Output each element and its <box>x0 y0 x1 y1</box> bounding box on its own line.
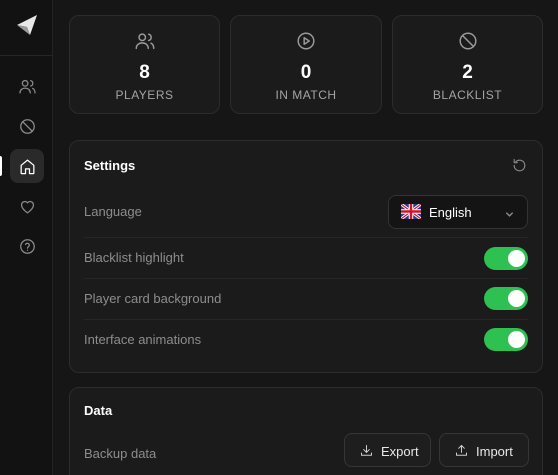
toggle-knob <box>508 331 525 348</box>
stat-label: PLAYERS <box>115 88 174 102</box>
interface-animations-toggle[interactable] <box>484 328 528 351</box>
data-title: Data <box>84 403 113 418</box>
sidebar-item-blacklist[interactable] <box>10 109 44 143</box>
toggle-label: Interface animations <box>84 332 202 347</box>
active-indicator <box>0 156 2 176</box>
stat-value: 2 <box>462 62 473 83</box>
app-logo <box>17 15 37 35</box>
stat-label: BLACKLIST <box>432 88 503 102</box>
toggle-label: Blacklist highlight <box>84 250 184 265</box>
language-value: English <box>429 205 472 220</box>
export-label: Export <box>381 444 419 459</box>
settings-title: Settings <box>84 158 136 173</box>
language-label: Language <box>84 204 142 219</box>
row-divider <box>84 319 528 320</box>
import-label: Import <box>476 444 513 459</box>
toggle-label: Player card background <box>84 291 222 306</box>
reset-icon[interactable] <box>511 157 528 174</box>
play-icon <box>295 30 317 52</box>
export-button[interactable]: Export <box>344 433 431 467</box>
users-icon <box>18 79 36 93</box>
stat-card-blacklist: 2 BLACKLIST <box>392 15 543 114</box>
home-icon <box>20 159 34 174</box>
upload-icon <box>456 445 467 456</box>
toggle-knob <box>508 290 525 307</box>
sidebar-item-help[interactable] <box>10 229 44 263</box>
player-card-background-toggle[interactable] <box>484 287 528 310</box>
download-icon <box>361 445 372 456</box>
sidebar-item-home[interactable] <box>10 149 44 183</box>
sidebar-divider <box>0 55 53 56</box>
settings-panel: Settings Language English Blacklist high… <box>69 140 543 373</box>
uk-flag-icon <box>401 204 421 219</box>
heart-icon <box>20 200 34 213</box>
language-select[interactable]: English <box>388 195 528 229</box>
stat-value: 8 <box>139 62 150 83</box>
backup-label: Backup data <box>84 446 157 461</box>
import-button[interactable]: Import <box>439 433 529 467</box>
chevron-down-icon <box>504 207 515 218</box>
stat-card-players: 8 PLAYERS <box>69 15 220 114</box>
help-icon <box>19 238 35 254</box>
blacklist-highlight-toggle[interactable] <box>484 247 528 270</box>
sidebar-item-players[interactable] <box>10 69 44 103</box>
data-panel: Data Backup data Export Import <box>69 387 543 475</box>
sidebar-item-favorites[interactable] <box>10 189 44 223</box>
stat-card-in-match: 0 IN MATCH <box>230 15 382 114</box>
ban-icon <box>457 30 479 52</box>
stat-label: IN MATCH <box>275 88 337 102</box>
ban-icon <box>19 118 35 134</box>
row-divider <box>84 237 528 238</box>
row-divider <box>84 278 528 279</box>
toggle-knob <box>508 250 525 267</box>
stat-value: 0 <box>300 62 312 83</box>
users-icon <box>134 30 156 52</box>
sidebar <box>0 0 53 475</box>
